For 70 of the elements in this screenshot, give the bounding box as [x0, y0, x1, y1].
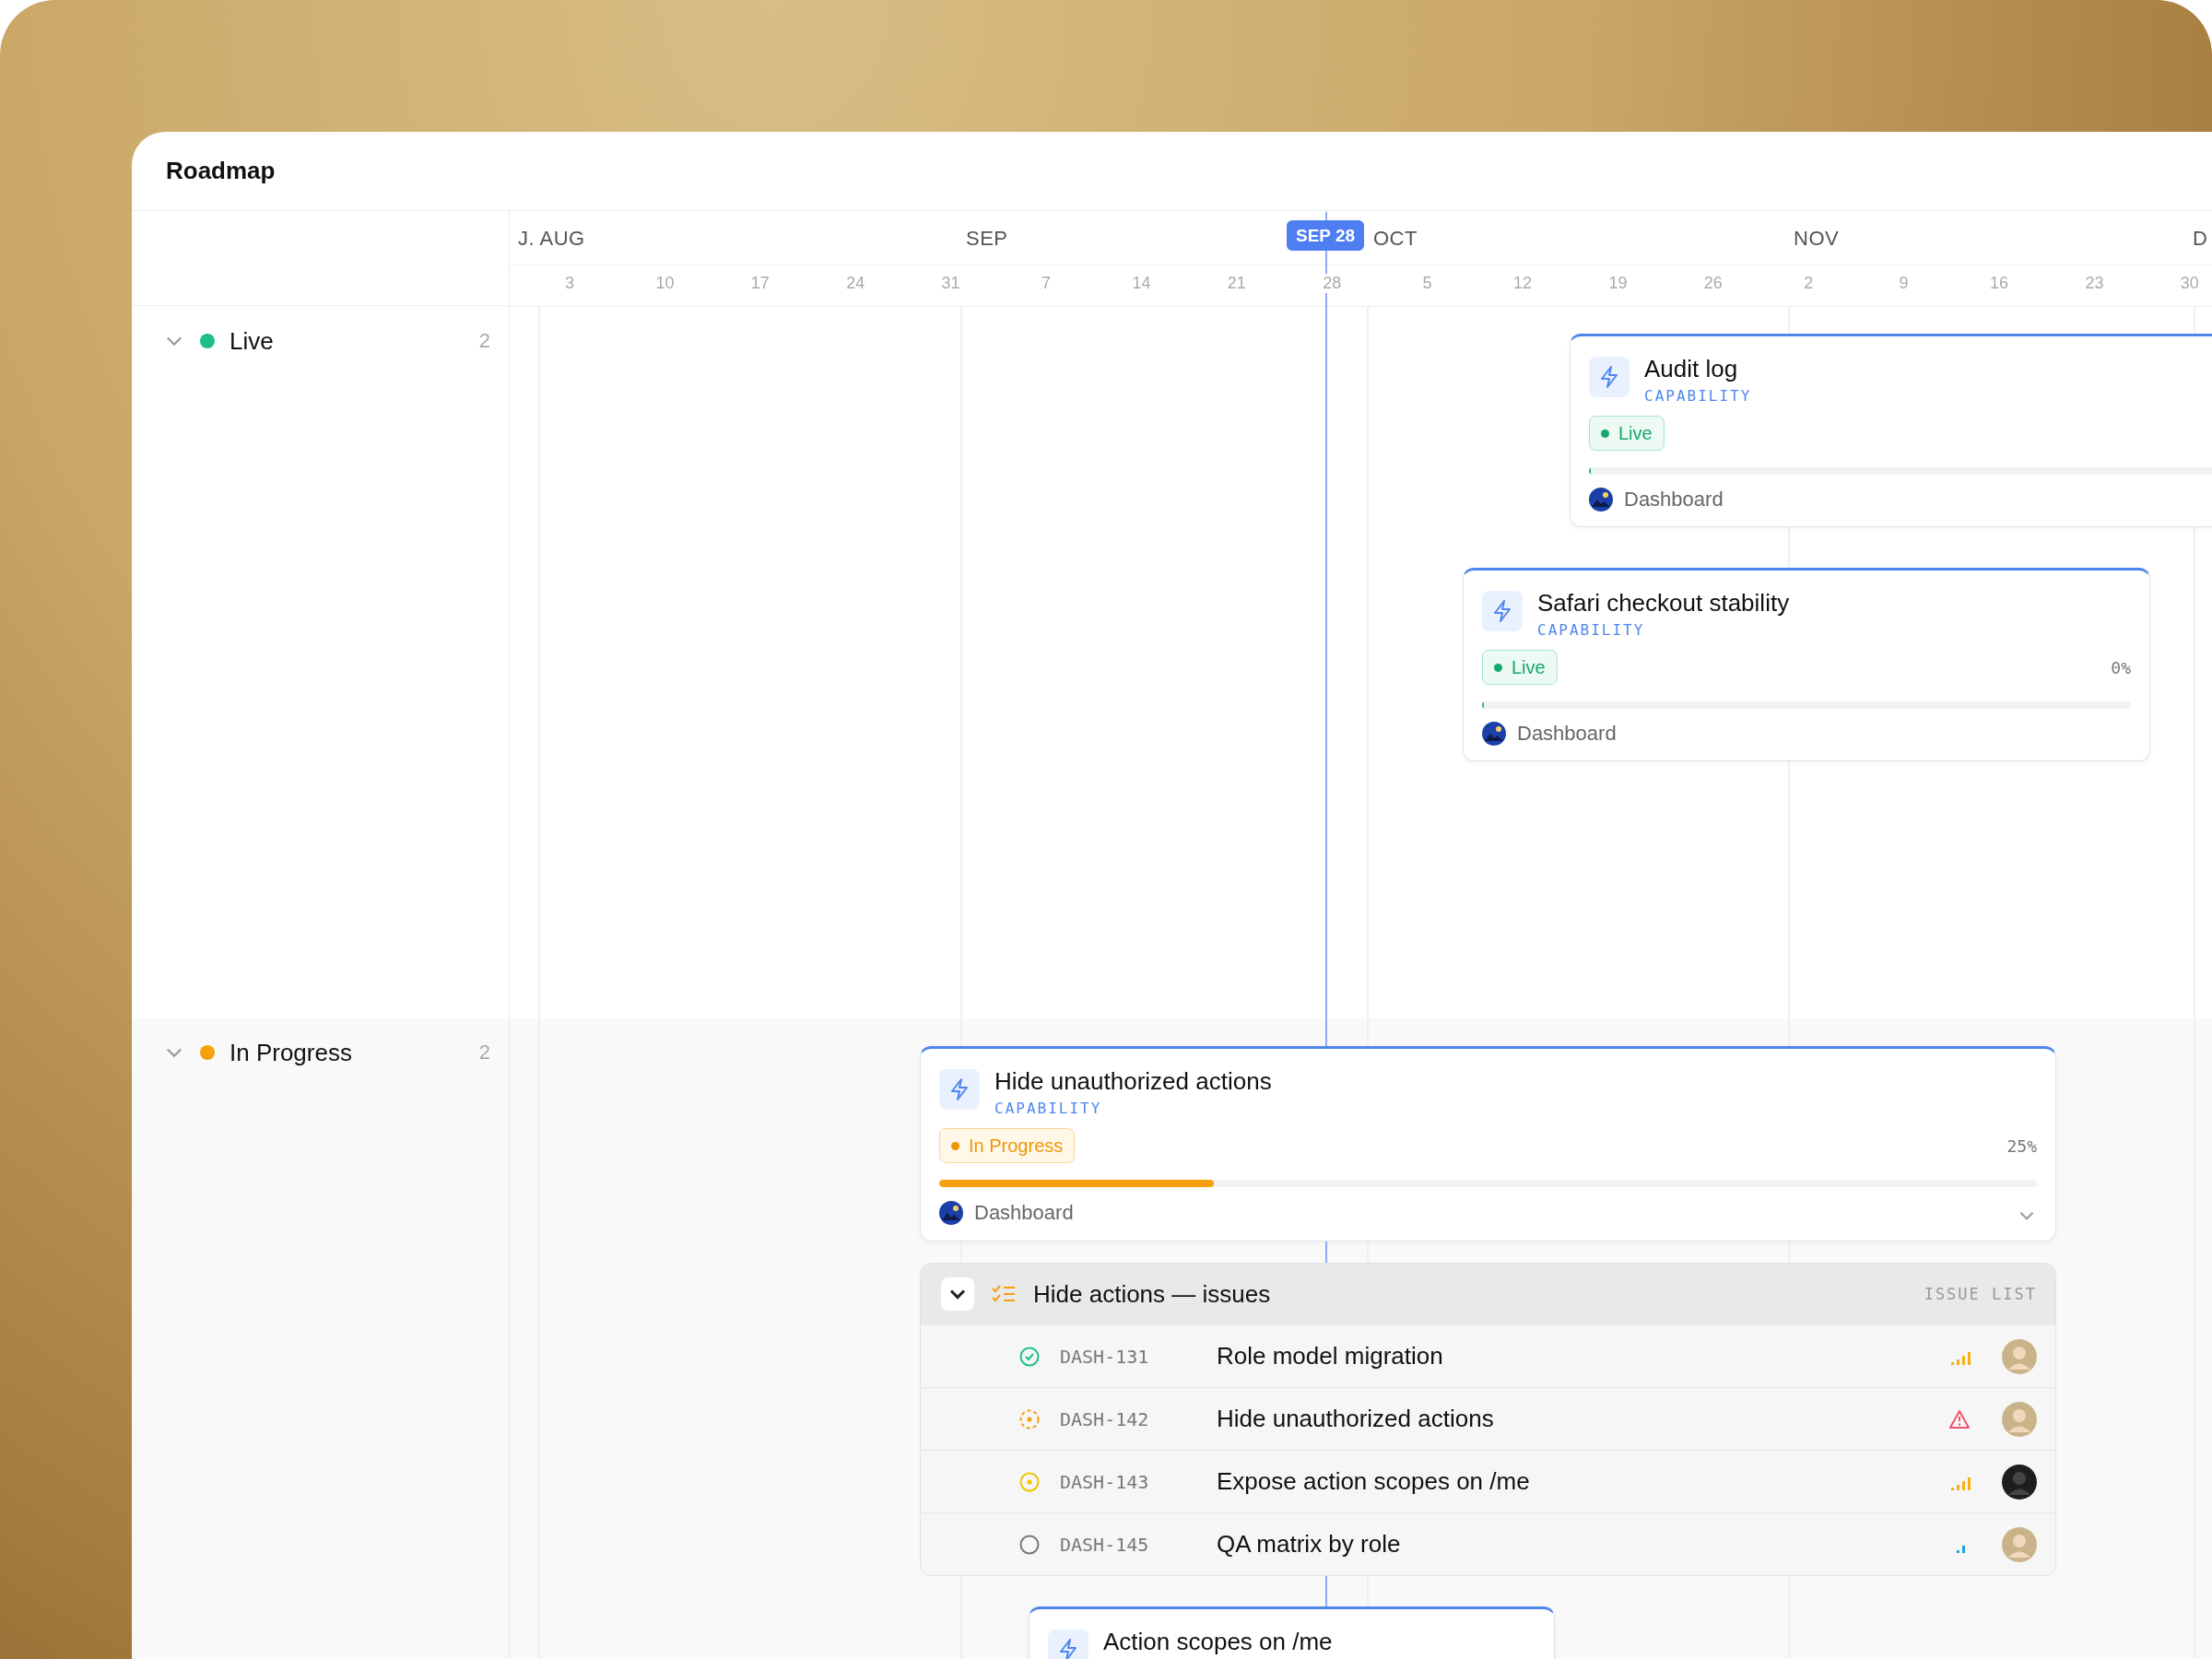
day-label: 16	[1989, 274, 2009, 293]
collapse-button[interactable]	[941, 1277, 974, 1311]
month-label: J. AUG	[518, 227, 585, 251]
day-label: 9	[1898, 274, 1910, 293]
issue-row[interactable]: DASH-142 Hide unauthorized actions	[921, 1387, 2055, 1450]
card-title: Safari checkout stability	[1537, 589, 1790, 618]
chevron-icon	[951, 1290, 964, 1298]
issue-id: DASH-131	[1060, 1345, 1150, 1368]
issue-title: Hide unauthorized actions	[1217, 1405, 1494, 1433]
status-pill: In Progress	[939, 1128, 1076, 1163]
lightning-icon	[939, 1069, 980, 1110]
day-label: 23	[2084, 274, 2105, 293]
issue-title: QA matrix by role	[1217, 1530, 1401, 1559]
lane-count: 2	[478, 1041, 490, 1065]
roadmap-card[interactable]: Audit log CAPABILITY Live Dashboard	[1570, 334, 2212, 527]
product-name: Dashboard	[974, 1201, 1074, 1225]
month-label: OCT	[1373, 227, 1418, 251]
night-landscape-icon	[1589, 488, 1613, 512]
lightning-icon	[1482, 591, 1523, 631]
night-landscape-icon	[939, 1201, 963, 1225]
card-type: CAPABILITY	[1644, 387, 1752, 405]
month-label: NOV	[1794, 227, 1840, 251]
lightning-icon	[1589, 357, 1630, 397]
progress-percent: 0%	[2111, 657, 2131, 677]
product-name: Dashboard	[1517, 722, 1617, 746]
roadmap-card[interactable]: Safari checkout stability CAPABILITY Live 0% Dashboard	[1463, 568, 2150, 761]
day-label: 2	[1803, 274, 1815, 293]
day-label: 3	[564, 274, 575, 293]
lane-count: 2	[478, 329, 490, 353]
lane-title[interactable]: In Progress	[229, 1038, 352, 1067]
issue-row[interactable]: DASH-145 QA matrix by role	[921, 1512, 2055, 1575]
card-title: Action scopes on /me	[1103, 1628, 1333, 1656]
day-label: 31	[940, 274, 961, 293]
day-label: 17	[749, 274, 771, 293]
card-type: CAPABILITY	[994, 1100, 1103, 1117]
issue-row[interactable]: DASH-131 Role model migration	[921, 1324, 2055, 1387]
issue-list-title: Hide actions — issues	[1033, 1279, 1271, 1309]
month-label: D	[2193, 227, 2208, 251]
lightning-icon	[1048, 1630, 1088, 1659]
day-label: 19	[1607, 274, 1629, 293]
day-label: 24	[845, 274, 866, 293]
status-pill: Live	[1589, 416, 1665, 451]
card-title: Audit log	[1644, 355, 1739, 383]
issue-id: DASH-142	[1060, 1407, 1150, 1430]
night-landscape-icon	[1482, 722, 1506, 746]
issue-id: DASH-145	[1060, 1533, 1150, 1556]
issue-list-label: ISSUE LIST	[1924, 1285, 2037, 1303]
day-label: 26	[1702, 274, 1724, 293]
window-title: Roadmap	[166, 157, 276, 185]
card-title: Hide unauthorized actions	[994, 1067, 1272, 1096]
month-label: SEP	[966, 227, 1008, 251]
day-label: 7	[1041, 274, 1052, 293]
product-name: Dashboard	[1624, 488, 1724, 512]
issue-row[interactable]: DASH-143 Expose action scopes on /me	[921, 1450, 2055, 1512]
status-pill: Live	[1482, 650, 1558, 685]
issue-title: Role model migration	[1217, 1342, 1443, 1371]
issue-title: Expose action scopes on /me	[1217, 1467, 1530, 1496]
progress-percent: 25%	[2006, 1135, 2037, 1156]
roadmap-card[interactable]: Action scopes on /me	[1029, 1606, 1555, 1659]
day-label: 21	[1226, 274, 1247, 293]
card-type: CAPABILITY	[1537, 621, 1646, 639]
lane-title[interactable]: Live	[229, 326, 274, 356]
today-badge: SEP 28	[1287, 220, 1364, 251]
day-label: 30	[2179, 274, 2200, 293]
day-label: 14	[1131, 274, 1152, 293]
roadmap-card[interactable]: Hide unauthorized actions CAPABILITY In Progress 25% Dashboard	[920, 1046, 2056, 1241]
issue-id: DASH-143	[1060, 1470, 1150, 1493]
day-label: 5	[1421, 274, 1433, 293]
day-label: 12	[1512, 274, 1533, 293]
day-label: 10	[654, 274, 676, 293]
